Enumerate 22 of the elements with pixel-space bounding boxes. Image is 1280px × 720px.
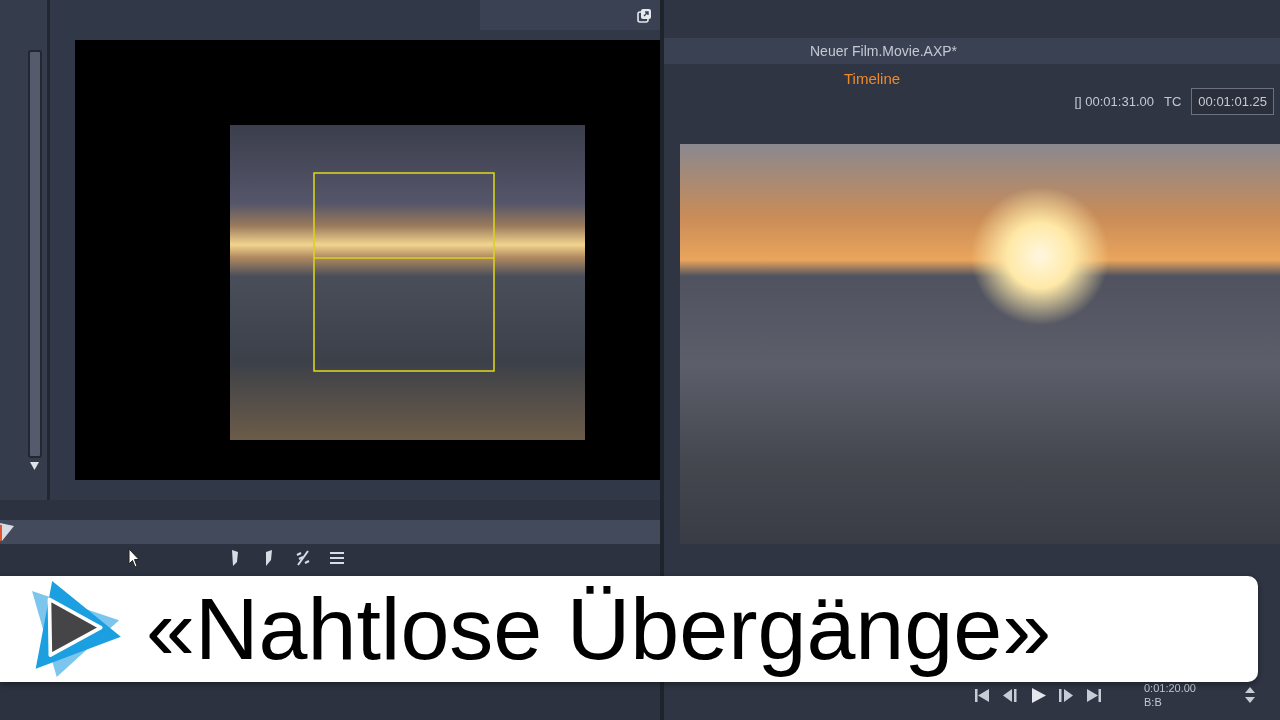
cursor-icon (128, 548, 140, 568)
timecode-field[interactable]: 00:01:01.25 (1191, 88, 1274, 115)
timecode-label: TC (1163, 94, 1182, 109)
step-forward-icon[interactable] (1058, 687, 1074, 703)
popout-icon[interactable] (637, 7, 652, 23)
spinner-icon[interactable] (1244, 686, 1256, 704)
duration-text: [] 00:01:31.00 (1074, 94, 1154, 109)
transform-frame[interactable] (313, 172, 495, 372)
timeline-tab[interactable]: Timeline (840, 68, 905, 89)
project-title: Neuer Film.Movie.AXP* (810, 43, 958, 59)
status-text: B:B (1144, 696, 1163, 708)
skip-to-start-icon[interactable] (974, 687, 990, 703)
scrollbar[interactable] (28, 50, 42, 458)
step-back-icon[interactable] (1002, 687, 1018, 703)
skip-to-end-icon[interactable] (1086, 687, 1102, 703)
banner-title: «Nahtlose Übergänge» (146, 582, 1052, 676)
split-icon[interactable] (296, 550, 310, 566)
playhead-icon[interactable] (0, 523, 14, 541)
play-icon[interactable] (1030, 687, 1046, 703)
scroll-down-icon[interactable] (30, 462, 39, 470)
list-icon[interactable] (330, 550, 344, 566)
ruler-time: 0:01:20.00 (1144, 682, 1196, 694)
